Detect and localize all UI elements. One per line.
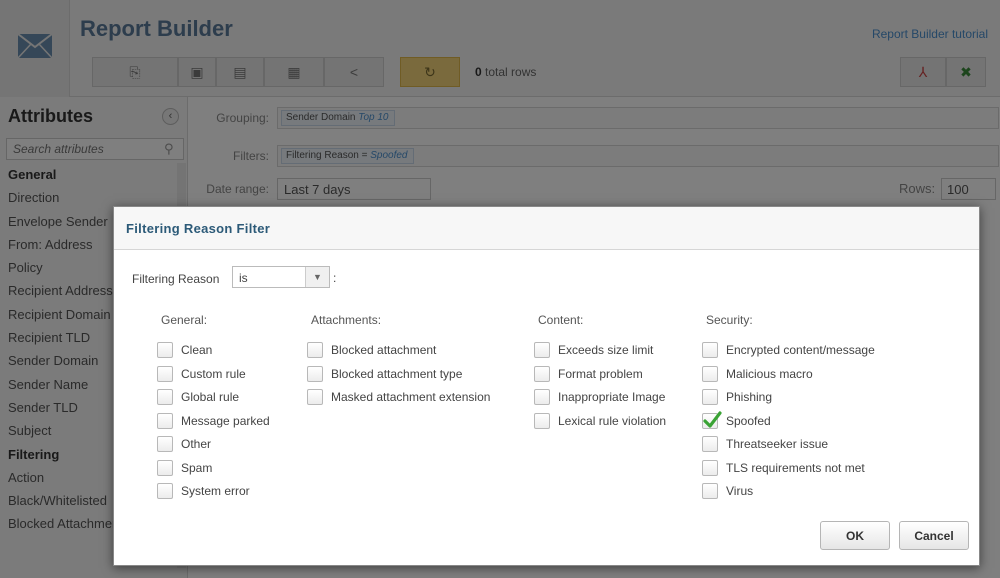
operator-suffix: : bbox=[333, 271, 337, 285]
reason-option[interactable]: Phishing bbox=[702, 388, 772, 406]
reason-option[interactable]: Inappropriate Image bbox=[534, 388, 665, 406]
checkbox[interactable] bbox=[702, 459, 718, 476]
filtering-reason-dialog: Filtering Reason Filter Filtering Reason… bbox=[113, 206, 980, 566]
reason-option-label: Masked attachment extension bbox=[331, 390, 491, 404]
group-header: Attachments: bbox=[311, 313, 382, 327]
checkbox[interactable] bbox=[702, 342, 718, 358]
reason-option[interactable]: Masked attachment extension bbox=[307, 388, 490, 406]
reason-option[interactable]: Custom rule bbox=[157, 365, 246, 383]
reason-option-label: Message parked bbox=[181, 413, 270, 428]
reason-option[interactable]: Virus bbox=[702, 482, 753, 500]
reason-option[interactable]: Threatseeker issue bbox=[702, 435, 828, 453]
reason-option[interactable]: Exceeds size limit bbox=[534, 341, 653, 359]
cancel-button[interactable]: Cancel bbox=[899, 521, 969, 550]
reason-option-label: Virus bbox=[726, 484, 754, 498]
reason-option-label: Exceeds size limit bbox=[558, 343, 654, 357]
group-header: General: bbox=[161, 313, 208, 327]
chevron-down-icon[interactable]: ▼ bbox=[305, 267, 329, 287]
checkbox-checked[interactable] bbox=[702, 410, 722, 429]
reason-option-label: Malicious macro bbox=[726, 366, 813, 381]
reason-option-label: Format problem bbox=[558, 366, 643, 381]
operator-select[interactable]: is ▼ bbox=[232, 266, 330, 288]
reason-option[interactable]: Encrypted content/message bbox=[702, 341, 875, 359]
reason-option-label: Spam bbox=[181, 460, 213, 475]
reason-option[interactable]: Blocked attachment bbox=[307, 341, 436, 359]
reason-option[interactable]: System error bbox=[157, 482, 250, 500]
checkbox[interactable] bbox=[702, 483, 718, 499]
reason-option[interactable]: Global rule bbox=[157, 388, 239, 406]
reason-option[interactable]: Message parked bbox=[157, 412, 270, 430]
checkbox[interactable] bbox=[157, 459, 173, 476]
checkbox[interactable] bbox=[157, 342, 173, 358]
reason-option-label: Inappropriate Image bbox=[558, 390, 666, 404]
reason-option[interactable]: Spoofed bbox=[702, 410, 771, 430]
reason-option[interactable]: Format problem bbox=[534, 365, 643, 383]
reason-option[interactable]: Spam bbox=[157, 459, 212, 477]
reason-option-label: Blocked attachment bbox=[331, 343, 437, 357]
checkbox[interactable] bbox=[307, 389, 323, 405]
operator-label: Filtering Reason bbox=[132, 272, 220, 286]
dialog-header: Filtering Reason Filter bbox=[114, 207, 979, 250]
reason-option-label: Lexical rule violation bbox=[558, 413, 667, 428]
reason-option-label: Clean bbox=[181, 343, 213, 357]
ok-button[interactable]: OK bbox=[820, 521, 890, 550]
checkbox[interactable] bbox=[157, 483, 173, 499]
reason-option-label: Blocked attachment type bbox=[331, 366, 463, 381]
checkbox[interactable] bbox=[702, 389, 718, 405]
checkbox[interactable] bbox=[157, 436, 173, 452]
reason-option[interactable]: Other bbox=[157, 435, 211, 453]
reason-option[interactable]: Blocked attachment type bbox=[307, 365, 462, 383]
dialog-title: Filtering Reason Filter bbox=[126, 221, 271, 236]
reason-option-label: Other bbox=[181, 437, 212, 451]
checkbox[interactable] bbox=[157, 389, 173, 405]
reason-option-label: Phishing bbox=[726, 390, 773, 404]
reason-option-label: Encrypted content/message bbox=[726, 343, 875, 357]
reason-option-label: Spoofed bbox=[726, 413, 771, 428]
checkbox[interactable] bbox=[534, 342, 550, 358]
checkbox[interactable] bbox=[157, 365, 173, 382]
checkbox[interactable] bbox=[702, 365, 718, 382]
checkbox[interactable] bbox=[157, 412, 173, 429]
checkbox[interactable] bbox=[534, 365, 550, 382]
reason-option-label: Global rule bbox=[181, 390, 240, 404]
checkbox[interactable] bbox=[534, 412, 550, 429]
checkbox[interactable] bbox=[702, 436, 718, 452]
reason-option-label: System error bbox=[181, 484, 250, 498]
checkbox[interactable] bbox=[307, 365, 323, 382]
group-header: Security: bbox=[706, 313, 753, 327]
operator-value: is bbox=[239, 271, 248, 285]
checkbox[interactable] bbox=[307, 342, 323, 358]
reason-option[interactable]: TLS requirements not met bbox=[702, 459, 865, 477]
reason-option-label: Threatseeker issue bbox=[726, 437, 829, 451]
reason-option[interactable]: Clean bbox=[157, 341, 212, 359]
reason-option[interactable]: Lexical rule violation bbox=[534, 412, 666, 430]
group-header: Content: bbox=[538, 313, 584, 327]
reason-option-label: Custom rule bbox=[181, 366, 246, 381]
reason-option[interactable]: Malicious macro bbox=[702, 365, 813, 383]
reason-option-label: TLS requirements not met bbox=[726, 460, 865, 475]
checkmark-icon bbox=[703, 410, 722, 428]
checkbox[interactable] bbox=[534, 389, 550, 405]
